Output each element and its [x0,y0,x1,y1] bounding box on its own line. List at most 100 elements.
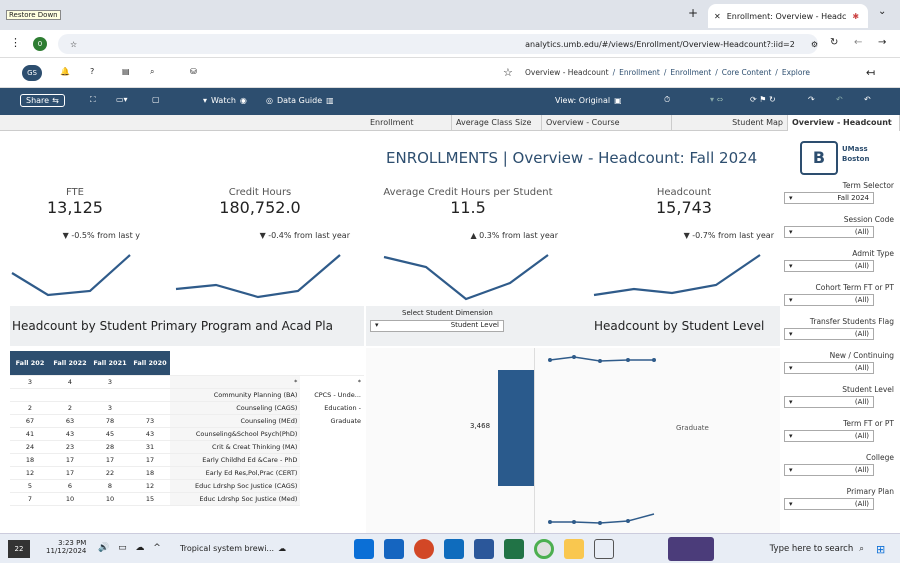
outlook-icon[interactable] [444,539,464,559]
clock-time: 3:23 PM [58,539,87,547]
table-cell: 45 [90,427,130,441]
filter-dropdown[interactable]: ▾ (All) [784,430,874,442]
extension-badge[interactable]: 0 [33,37,47,51]
help-icon[interactable]: ? [90,67,94,76]
database-icon[interactable]: ⛁ [190,67,197,76]
clock[interactable]: 3:23 PM 11/12/2024 [46,539,86,555]
sparkline-avg-credit [383,254,549,301]
table-row[interactable]: 7 10 10 15 Educ Ldrshp Soc Justice (Med) [10,492,364,506]
table-row[interactable]: Community Planning (BA) CPCS - Unde... [10,388,364,402]
redo-icon[interactable]: ↷ [808,95,815,104]
tooltip: Restore Down [6,10,61,20]
data-guide-button[interactable]: ◎ Data Guide ▥ [266,96,334,105]
kpi-value: 180,752.0 [219,198,301,217]
filter-dropdown[interactable]: ▾ (All) [784,362,874,374]
app-icon[interactable] [384,539,404,559]
tab-search-icon[interactable]: ⌄ [878,6,886,17]
filter-dropdown[interactable]: ▾ (All) [784,464,874,476]
fullscreen-icon[interactable]: ⛶ [90,95,96,105]
col-header[interactable]: Fall 2022 [50,351,90,376]
table-row[interactable]: 3 4 3 * * [10,375,364,389]
tab-student-map[interactable]: Student Map [672,115,788,131]
site-info-icon[interactable]: ⚙ [811,40,818,49]
filter-dropdown[interactable]: ▾ (All) [784,498,874,510]
filter-dropdown[interactable]: ▾ (All) [784,294,874,306]
breadcrumb-item[interactable]: Enrollment [619,68,660,77]
kpi-value: 15,743 [656,198,712,217]
table-row[interactable]: 18 17 17 17 Early Childhd Ed &Care - PhD [10,453,364,467]
reload-icon[interactable]: ↻ [830,37,838,48]
close-tab-icon[interactable]: ✕ [714,12,721,21]
filter-dropdown[interactable]: ▾ (All) [784,260,874,272]
bookmark-star-icon[interactable]: ☆ [70,40,77,49]
catalog-icon[interactable]: ▤ [122,67,130,76]
tab-average-class-size[interactable]: Average Class Size [452,115,542,131]
file-explorer-icon[interactable] [564,539,584,559]
forward-icon[interactable]: ← [854,37,862,48]
url-field[interactable]: ☆ analytics.umb.edu/#/views/Enrollment/O… [58,34,818,54]
comments-icon[interactable]: ▢ [152,95,160,104]
filter-dropdown[interactable]: ▾ (All) [784,226,874,238]
watch-button[interactable]: ▾ Watch ◉ [203,96,247,105]
search-icon[interactable]: ⌕ [150,67,154,77]
filter-dropdown[interactable]: ▾ (All) [784,396,874,408]
search-highlight-image [668,537,714,561]
kpi-title: FTE [65,187,84,198]
collapse-nav-icon[interactable]: ↤ [866,66,875,79]
filter-value: (All) [854,228,869,236]
favorite-star-icon[interactable]: ☆ [503,66,513,79]
table-cell [130,388,170,402]
view-button[interactable]: View: Original ▣ [555,96,622,105]
bell-icon[interactable]: 🔔 [60,67,70,76]
col-header[interactable]: Fall 2020 [130,351,170,376]
table-row[interactable]: 12 17 22 18 Early Ed Res,Pol,Prac (CERT) [10,466,364,480]
new-tab-icon[interactable]: + [688,6,698,20]
table-row[interactable]: 2 2 3 Counseling (CAGS) Education - [10,401,364,415]
revert-icon[interactable]: ⏱ [664,95,670,105]
breadcrumb-item[interactable]: Explore [782,68,810,77]
table-row[interactable]: 5 6 8 12 Educ Ldrshp Soc Justice (CAGS) [10,479,364,493]
bar-graduate[interactable] [498,370,534,486]
windows-start-icon[interactable]: ⊞ [876,543,885,556]
kpi-fte: FTE 13,125 ▼ -0.5% from last y [10,187,140,240]
menu-icon[interactable]: ⋮ [10,36,21,49]
table-row[interactable]: 67 63 78 73 Counseling (MEd) Graduate [10,414,364,428]
browser-tab[interactable]: ✕ Enrollment: Overview - Headc ✱ [708,4,868,28]
task-view-icon[interactable] [594,539,614,559]
table-plan-cell: Counseling (CAGS) [170,401,301,415]
breadcrumb-item[interactable]: Overview - Headcount [525,68,609,77]
col-header[interactable]: Fall 202 [10,351,50,376]
edge-icon[interactable] [354,539,374,559]
word-icon[interactable] [474,539,494,559]
tab-enrollment-comparison[interactable]: Enrollment Comparison [366,115,452,142]
refresh-icon[interactable]: ⟳ ⚑ ↻ [750,95,776,104]
filter-dropdown[interactable]: ▾ Fall 2024 [784,192,874,204]
notification-badge[interactable]: 22 [8,540,30,558]
kpi-change: ▼ -0.7% from last year [683,231,774,240]
tab-overview-headcount[interactable]: Overview - Headcount [788,115,900,131]
powerpoint-icon[interactable] [414,539,434,559]
table-row[interactable]: 41 43 45 43 Counseling&School Psych(PhD) [10,427,364,441]
undo-all-icon[interactable]: ↶ [864,95,871,104]
table-row[interactable]: 24 23 28 31 Crit & Creat Thinking (MA) [10,440,364,454]
breadcrumb-item[interactable]: Core Content [722,68,772,77]
table-cell: 5 [10,479,50,493]
filter-dropdown[interactable]: ▾ (All) [784,328,874,340]
back-icon[interactable]: → [878,37,886,48]
chrome-icon[interactable] [534,539,554,559]
tray-icons[interactable]: 🔊 ▭ ☁ ^ [98,543,164,553]
dimension-dropdown[interactable]: ▾ Student Level [370,320,504,332]
table-group-cell [300,466,364,479]
table-cell: 7 [10,492,50,506]
excel-icon[interactable] [504,539,524,559]
breadcrumb-item[interactable]: Enrollment [670,68,711,77]
share-button[interactable]: Share ⇆ [20,94,65,107]
col-header[interactable]: Fall 2021 [90,351,130,376]
weather-widget[interactable]: Tropical system brewi... ☁ [180,544,286,553]
address-bar-row: ⋮ 0 ☆ analytics.umb.edu/#/views/Enrollme… [0,30,900,58]
avatar[interactable]: GS [22,65,42,81]
device-preview-icon[interactable]: ▭▾ [116,95,128,104]
filter-group: Transfer Students Flag ▾ (All) [784,317,900,351]
taskbar-search[interactable]: Type here to search ⌕ [716,539,864,559]
tab-course-registrations[interactable]: Overview - Course Registrations [542,115,672,142]
